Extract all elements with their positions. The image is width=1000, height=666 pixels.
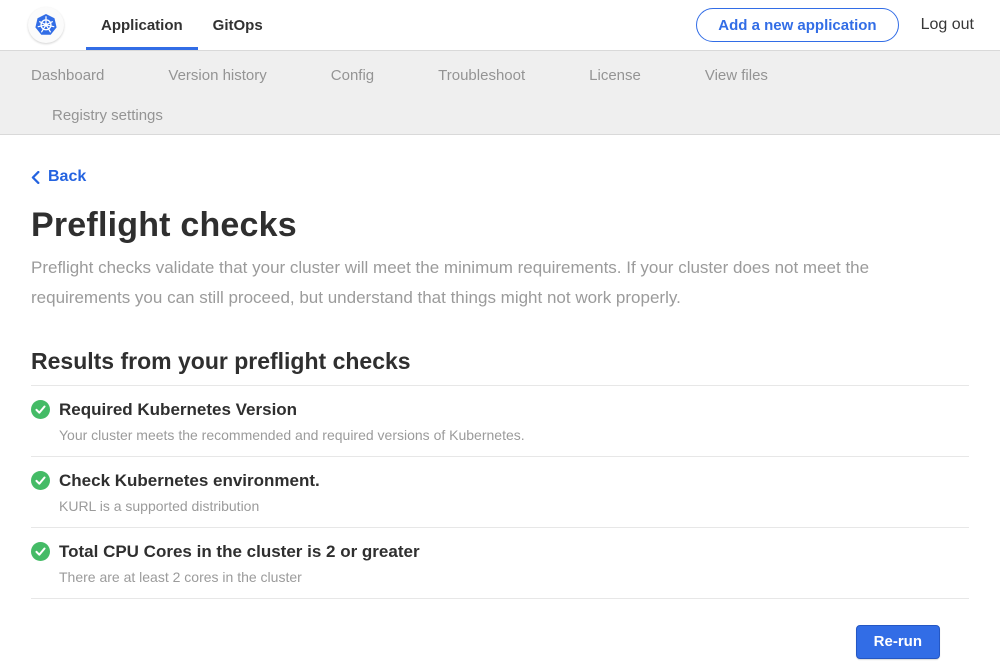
check-row: Check Kubernetes environment. KURL is a … (31, 457, 969, 527)
subnav-item-registry-settings[interactable]: Registry settings (52, 106, 163, 126)
check-row-header: Check Kubernetes environment. (31, 470, 969, 492)
app-subnav: Dashboard Version history Config Trouble… (0, 50, 1000, 135)
subnav-item-config[interactable]: Config (331, 66, 374, 86)
logout-button[interactable]: Log out (921, 16, 974, 34)
check-message: There are at least 2 cores in the cluste… (59, 568, 969, 586)
rerun-button[interactable]: Re-run (856, 625, 940, 659)
results-heading: Results from your preflight checks (31, 347, 969, 375)
check-message: Your cluster meets the recommended and r… (59, 426, 969, 444)
page-description: Preflight checks validate that your clus… (31, 253, 969, 313)
chevron-left-icon (31, 171, 40, 184)
kubernetes-logo-icon (31, 10, 61, 40)
check-circle-icon (31, 542, 50, 561)
subnav-item-troubleshoot[interactable]: Troubleshoot (438, 66, 525, 86)
subnav-item-license[interactable]: License (589, 66, 641, 86)
footer-actions: Re-run (31, 599, 969, 659)
subnav-item-version-history[interactable]: Version history (168, 66, 266, 86)
app-logo (28, 0, 64, 50)
subnav-item-dashboard[interactable]: Dashboard (31, 66, 104, 86)
check-circle-icon (31, 471, 50, 490)
header-actions: Add a new application Log out (696, 0, 974, 50)
check-row: Total CPU Cores in the cluster is 2 or g… (31, 528, 969, 598)
back-link[interactable]: Back (31, 167, 86, 187)
subnav-row-2: Registry settings (31, 86, 1000, 126)
check-title: Check Kubernetes environment. (59, 470, 320, 492)
tab-gitops[interactable]: GitOps (198, 0, 278, 50)
check-circle-icon (31, 400, 50, 419)
back-link-label: Back (48, 167, 86, 187)
page-title: Preflight checks (31, 205, 969, 245)
check-row: Required Kubernetes Version Your cluster… (31, 386, 969, 456)
add-application-button[interactable]: Add a new application (696, 8, 898, 42)
check-row-header: Total CPU Cores in the cluster is 2 or g… (31, 541, 969, 563)
header-tabs: Application GitOps (86, 0, 278, 50)
check-title: Total CPU Cores in the cluster is 2 or g… (59, 541, 420, 563)
tab-application[interactable]: Application (86, 0, 198, 50)
main-content: Back Preflight checks Preflight checks v… (0, 135, 1000, 659)
top-header: Application GitOps Add a new application… (0, 0, 1000, 50)
subnav-item-view-files[interactable]: View files (705, 66, 768, 86)
check-title: Required Kubernetes Version (59, 399, 297, 421)
kubernetes-logo-icon (28, 7, 64, 43)
check-row-header: Required Kubernetes Version (31, 399, 969, 421)
subnav-row-1: Dashboard Version history Config Trouble… (31, 51, 1000, 86)
check-message: KURL is a supported distribution (59, 497, 969, 515)
